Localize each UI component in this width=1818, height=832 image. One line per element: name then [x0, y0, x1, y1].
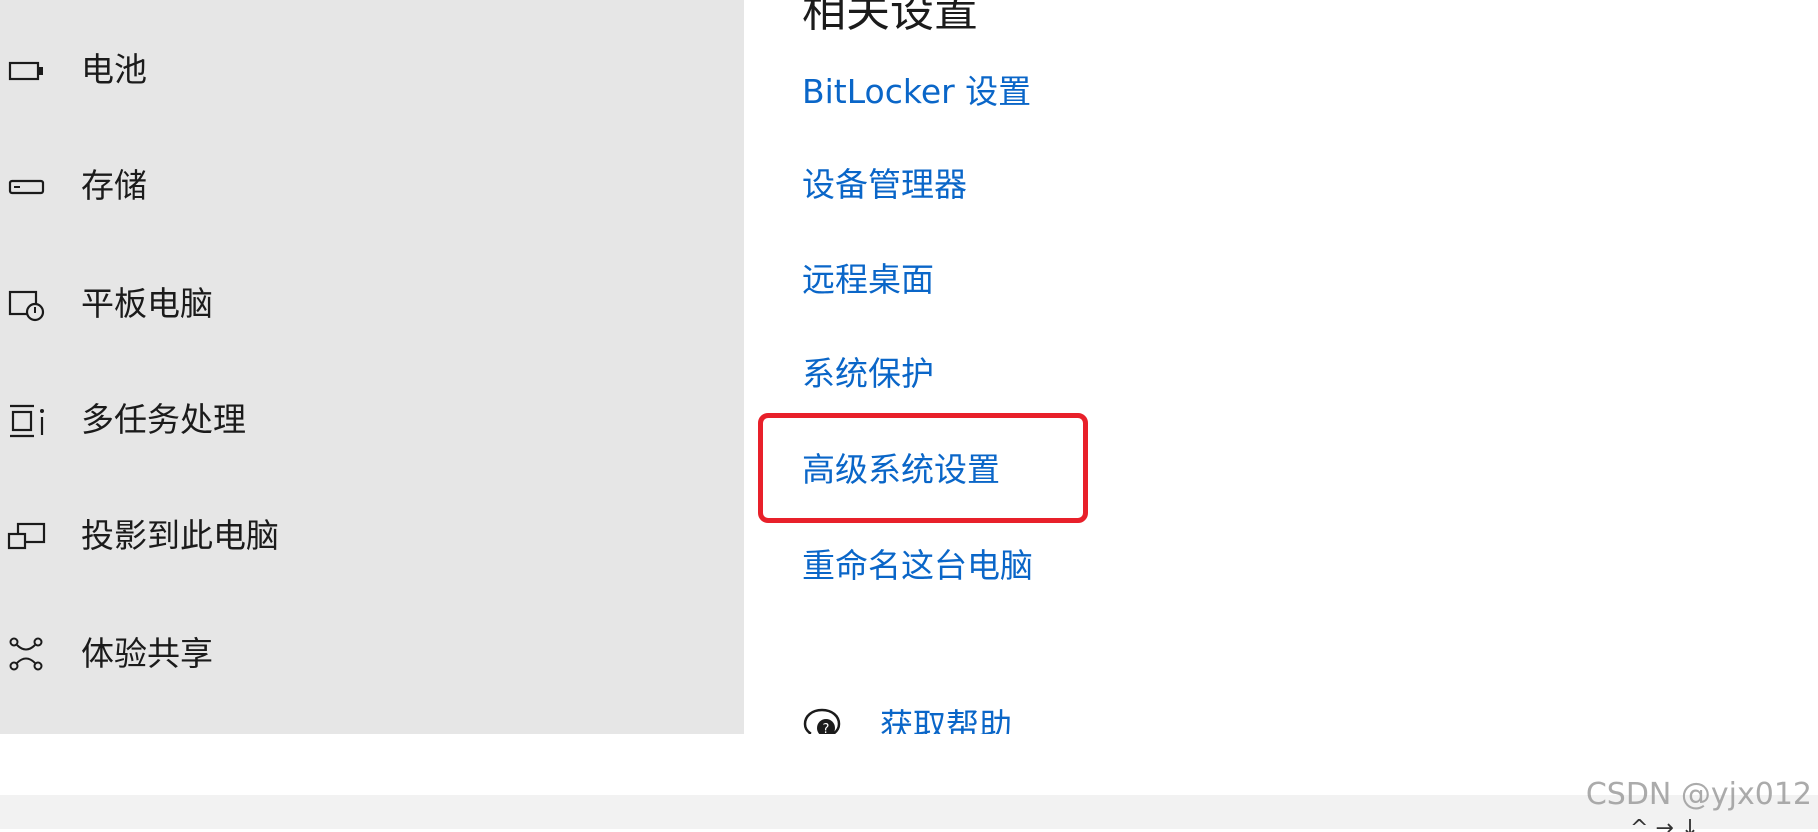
sidebar-item-label: 电池	[81, 50, 147, 89]
related-settings-panel: 相关设置 BitLocker 设置 设备管理器 远程桌面 系统保护 高级系统设置…	[744, 0, 1818, 734]
link-device-manager[interactable]: 设备管理器	[802, 163, 967, 207]
sidebar-item-tablet[interactable]: 平板电脑	[0, 264, 744, 344]
watermark-text: CSDN @yjx012	[1585, 777, 1812, 812]
link-remote-desktop[interactable]: 远程桌面	[802, 258, 934, 302]
sidebar-item-multitasking[interactable]: 多任务处理	[0, 380, 744, 460]
link-bitlocker-settings[interactable]: BitLocker 设置	[802, 70, 1031, 114]
multitasking-icon	[4, 402, 48, 438]
sidebar-item-storage[interactable]: 存储	[0, 146, 744, 226]
get-help-link[interactable]: 获取帮助	[880, 704, 1012, 734]
link-rename-this-pc[interactable]: 重命名这台电脑	[802, 544, 1033, 588]
bottom-bar	[0, 795, 1818, 829]
sidebar-item-project-to-pc[interactable]: 投影到此电脑	[0, 496, 744, 576]
related-settings-title: 相关设置	[802, 0, 978, 37]
sidebar-item-label: 体验共享	[81, 634, 213, 673]
sidebar-item-label: 存储	[81, 166, 147, 205]
project-to-pc-icon	[4, 518, 48, 554]
settings-sidebar: 电池 存储 平板电脑 多任务处理 投影到此电脑 体验共享	[0, 0, 744, 734]
tablet-icon	[4, 286, 48, 322]
sidebar-item-label: 多任务处理	[81, 400, 246, 439]
sidebar-item-label: 投影到此电脑	[81, 516, 279, 555]
shared-experiences-icon	[4, 636, 48, 672]
link-system-protection[interactable]: 系统保护	[802, 352, 934, 396]
battery-icon	[4, 52, 48, 88]
sidebar-item-label: 平板电脑	[81, 284, 213, 323]
help-chat-icon: ?	[802, 706, 842, 734]
sidebar-item-battery[interactable]: 电池	[0, 30, 744, 110]
storage-icon	[4, 168, 48, 204]
svg-text:?: ?	[823, 722, 830, 734]
sidebar-item-shared-experiences[interactable]: 体验共享	[0, 614, 744, 694]
bottom-controls: ^ → ↓	[1630, 818, 1700, 832]
link-advanced-system-settings[interactable]: 高级系统设置	[802, 448, 1000, 492]
